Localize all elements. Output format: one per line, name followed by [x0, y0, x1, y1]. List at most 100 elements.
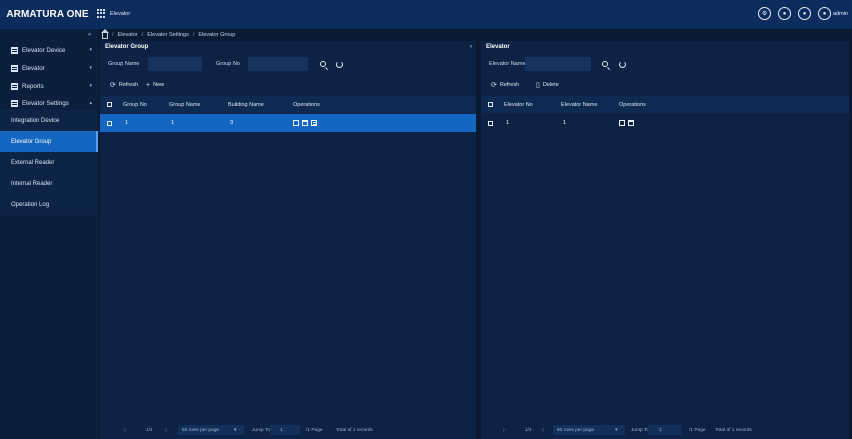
- notification-icon[interactable]: ●: [778, 7, 792, 20]
- search-button[interactable]: [599, 58, 611, 70]
- row-checkbox[interactable]: [107, 114, 112, 132]
- sidebar-subitem-label: Operation Log: [11, 201, 50, 208]
- header-actions: ⚙ ● ● ● admin: [758, 7, 848, 20]
- checkbox-icon: [488, 102, 493, 107]
- breadcrumb-separator: /: [192, 31, 195, 38]
- cell-group-name: 1: [171, 120, 175, 126]
- delete-icon[interactable]: [628, 120, 634, 126]
- row-checkbox[interactable]: [488, 114, 493, 132]
- refresh-label: Refresh: [499, 82, 520, 88]
- column-header[interactable]: Building Name: [228, 96, 264, 113]
- app-logo[interactable]: ARMATURA ONE: [0, 0, 95, 29]
- pagination: |‹ 1/1 ›| 50 rows per page ▾ Jump To 1 /…: [100, 424, 476, 436]
- sidebar-subitem-operation-log[interactable]: Operation Log: [0, 194, 98, 215]
- jump-to-input[interactable]: [648, 425, 682, 435]
- jump-to-input[interactable]: [270, 425, 300, 435]
- elevator-name-input[interactable]: [525, 57, 591, 71]
- jump-to-value: 1: [280, 427, 283, 433]
- apps-grid-icon: [97, 9, 106, 18]
- breadcrumb-separator: /: [112, 31, 114, 38]
- sidebar: « Elevator Device ▾ Elevator ▾ Reports ▾…: [0, 29, 98, 439]
- home-icon[interactable]: [101, 28, 109, 39]
- panel-title: Elevator Group: [105, 44, 149, 50]
- breadcrumb-item[interactable]: Elevator Settings: [147, 32, 189, 38]
- refresh-button[interactable]: ⟳ Refresh: [491, 78, 519, 92]
- breadcrumb-item: Elevator Group: [198, 31, 236, 38]
- settings-icon: [11, 99, 18, 107]
- search-button[interactable]: [317, 58, 329, 70]
- refresh-icon: ⟳: [491, 81, 497, 89]
- cell-elevator-name: 1: [563, 120, 567, 126]
- refresh-icon: [618, 60, 626, 68]
- column-header[interactable]: Elevator Name: [561, 96, 597, 113]
- elevator-group-panel: Elevator Group Group Name Group No ⟳ Ref…: [100, 41, 476, 439]
- top-bar: ARMATURA ONE Elevator ⚙ ● ● ● admin: [0, 0, 852, 29]
- sidebar-subitem-internal-reader[interactable]: Internal Reader: [0, 173, 98, 194]
- new-button[interactable]: + New: [146, 78, 164, 92]
- delete-icon[interactable]: [302, 120, 308, 126]
- chevron-down-icon: ▾: [89, 65, 92, 71]
- sidebar-subitem-label: External Reader: [11, 159, 55, 166]
- sidebar-subitem-elevator-group[interactable]: Elevator Group: [0, 131, 98, 152]
- sidebar-item-label: Elevator Device: [22, 46, 66, 54]
- breadcrumb-item[interactable]: Elevator: [118, 32, 138, 38]
- reports-icon: [11, 82, 18, 90]
- column-header: Operations: [619, 101, 646, 108]
- module-switcher[interactable]: Elevator: [97, 9, 130, 18]
- panel-title: Elevator: [486, 44, 510, 50]
- sidebar-collapse-button[interactable]: «: [88, 32, 91, 38]
- settings-icon[interactable]: ⚙: [758, 7, 772, 20]
- total-records: Total of 1 records: [715, 427, 752, 433]
- cell-group-no: 1: [125, 120, 129, 126]
- group-name-input[interactable]: [148, 57, 202, 71]
- cell-building-name: 3: [230, 120, 234, 126]
- refresh-icon: [335, 60, 343, 68]
- refresh-icon: ⟳: [110, 81, 116, 89]
- refresh-button[interactable]: ⟳ Refresh: [110, 78, 138, 92]
- table-row[interactable]: 1 1 3: [100, 114, 476, 132]
- group-name-label: Group Name: [108, 61, 140, 67]
- jump-to-label: Jump To: [252, 427, 271, 433]
- table-row[interactable]: 1 1: [481, 114, 849, 132]
- group-no-input[interactable]: [248, 57, 308, 71]
- first-page-icon[interactable]: |‹: [124, 424, 127, 436]
- panel-collapse-button[interactable]: ‹: [470, 44, 472, 50]
- edit-icon[interactable]: [293, 120, 299, 126]
- column-header[interactable]: Group No: [123, 96, 147, 113]
- row-operations: [619, 114, 634, 132]
- reset-button[interactable]: [616, 58, 628, 70]
- elevator-list-icon[interactable]: [311, 120, 317, 126]
- reset-button[interactable]: [333, 58, 345, 70]
- sidebar-subitem-label: Elevator Group: [11, 138, 52, 145]
- elevator-icon: [11, 64, 18, 72]
- table-header: Group No Group Name Building Name Operat…: [100, 96, 476, 113]
- delete-button[interactable]: ▯ Delete: [536, 78, 559, 92]
- elevator-name-label: Elevator Name: [489, 61, 526, 67]
- select-all-checkbox[interactable]: [107, 96, 112, 113]
- next-page-icon[interactable]: ›|: [164, 424, 167, 436]
- sidebar-item-label: Elevator: [22, 64, 45, 72]
- rows-per-page-label: 50 rows per page: [557, 427, 595, 433]
- jump-to-label: Jump To: [631, 427, 650, 433]
- page-indicator: 1/1: [146, 427, 153, 433]
- user-icon[interactable]: ●: [818, 7, 832, 20]
- column-header[interactable]: Elevator No: [504, 96, 533, 113]
- select-all-checkbox[interactable]: [488, 96, 493, 113]
- cell-elevator-no: 1: [506, 120, 510, 126]
- help-icon[interactable]: ●: [798, 7, 812, 20]
- breadcrumb-separator: /: [141, 31, 144, 38]
- page-suffix: /1 Page: [689, 427, 706, 433]
- sidebar-subitem-integration-device[interactable]: Integration Device: [0, 110, 98, 131]
- sidebar-subitem-external-reader[interactable]: External Reader: [0, 152, 98, 173]
- first-page-icon[interactable]: |‹: [503, 424, 506, 436]
- column-header[interactable]: Group Name: [169, 96, 201, 113]
- edit-icon[interactable]: [619, 120, 625, 126]
- new-label: New: [153, 82, 165, 88]
- breadcrumb: / Elevator / Elevator Settings / Elevato…: [101, 28, 236, 40]
- column-header: Operations: [293, 101, 320, 108]
- next-page-icon[interactable]: ›|: [541, 424, 544, 436]
- sidebar-subitem-label: Internal Reader: [11, 180, 53, 187]
- module-label: Elevator: [110, 10, 131, 17]
- device-icon: [11, 46, 18, 54]
- user-name[interactable]: admin: [833, 11, 848, 17]
